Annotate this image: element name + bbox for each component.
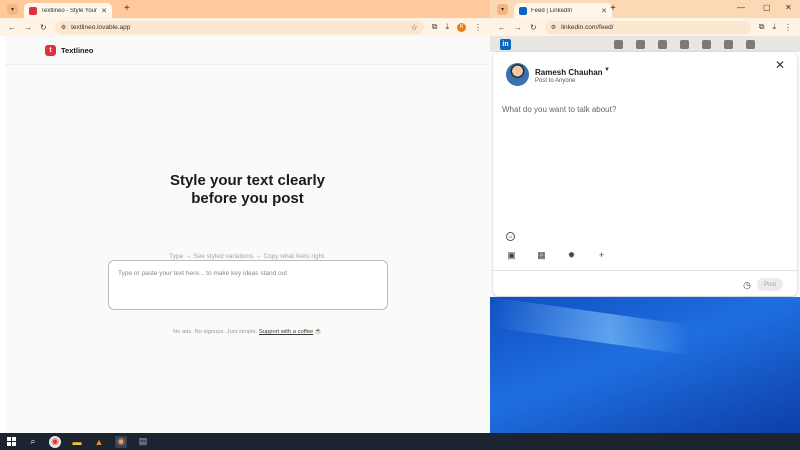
profile-avatar[interactable]: R bbox=[457, 22, 466, 32]
folder-icon[interactable]: ▬ bbox=[71, 436, 83, 448]
nav-home-icon[interactable] bbox=[614, 39, 623, 49]
notepad-icon[interactable]: ▤ bbox=[137, 436, 149, 448]
divider bbox=[493, 270, 797, 271]
desktop-wallpaper bbox=[490, 297, 800, 433]
textlineo-app: t Textlineo Style your text clearly befo… bbox=[5, 36, 490, 433]
textlineo-favicon-icon bbox=[29, 6, 37, 15]
support-coffee-link[interactable]: Support with a coffee bbox=[259, 329, 313, 335]
bookmark-star-icon[interactable]: ☆ bbox=[411, 23, 418, 32]
back-icon[interactable]: ← bbox=[498, 23, 506, 32]
nav-me-icon[interactable] bbox=[724, 39, 733, 49]
maximize-icon[interactable]: ▢ bbox=[763, 3, 771, 12]
tab-title: Textlineo - Style Your Text Beautifully bbox=[41, 7, 98, 14]
tab-title: Feed | LinkedIn bbox=[531, 7, 573, 14]
forward-icon[interactable]: → bbox=[514, 23, 522, 32]
tab-textlineo[interactable]: Textlineo - Style Your Text Beautifully … bbox=[24, 3, 112, 18]
new-tab-button[interactable]: + bbox=[124, 3, 130, 14]
chrome-profile-icon[interactable]: ◉ bbox=[115, 435, 127, 448]
create-post-modal: Ramesh Chauhan ▼ Post to Anyone ✕ What d… bbox=[493, 52, 797, 296]
forward-icon[interactable]: → bbox=[24, 23, 32, 32]
author-name[interactable]: Ramesh Chauhan bbox=[535, 68, 603, 77]
url-text: linkedin.com/feed/ bbox=[561, 23, 614, 31]
badge-icon[interactable]: ✹ bbox=[567, 250, 576, 261]
plus-icon[interactable]: + bbox=[597, 250, 606, 261]
browser-toolbar: ← → ↻ ⚙ linkedin.com/feed/ ⧉ ⤓ ⋮ bbox=[490, 18, 800, 36]
tab-strip: ▾ Feed | LinkedIn ✕ + — ▢ ✕ bbox=[490, 0, 800, 18]
site-info-icon[interactable]: ⚙ bbox=[551, 24, 556, 31]
tab-search-button[interactable]: ▾ bbox=[7, 4, 18, 15]
hero-line-1: Style your text clearly bbox=[169, 172, 326, 189]
tab-search-button[interactable]: ▾ bbox=[497, 4, 508, 15]
linkedin-browser-window: ▾ Feed | LinkedIn ✕ + — ▢ ✕ ← → ↻ ⚙ link… bbox=[490, 0, 800, 297]
nav-jobs-icon[interactable] bbox=[658, 39, 667, 49]
tab-linkedin[interactable]: Feed | LinkedIn ✕ bbox=[514, 3, 612, 18]
footer: No ads. No signups. Just simple. Support… bbox=[5, 329, 490, 335]
site-info-icon[interactable]: ⚙ bbox=[61, 24, 66, 31]
close-window-icon[interactable]: ✕ bbox=[785, 3, 792, 12]
hero-heading: Style your text clearly before you post bbox=[5, 172, 490, 208]
chrome-icon[interactable]: ◉ bbox=[49, 435, 61, 448]
post-tools: ▣ ▦ ✹ + bbox=[507, 250, 606, 261]
minimize-icon[interactable]: — bbox=[737, 3, 745, 12]
extensions-icon[interactable]: ⧉ bbox=[759, 22, 765, 32]
text-input-area[interactable]: Type or paste your text here... to make … bbox=[108, 260, 388, 310]
search-icon[interactable]: ⌕ bbox=[27, 436, 39, 448]
windows-logo-icon bbox=[6, 437, 16, 446]
close-tab-icon[interactable]: ✕ bbox=[601, 7, 607, 15]
subtitle: Type → See styled variations → Copy what… bbox=[169, 253, 326, 260]
avatar[interactable] bbox=[506, 63, 529, 86]
taskbar: ⌕ ◉ ▬ ▲ ◉ ▤ bbox=[0, 433, 800, 450]
back-icon[interactable]: ← bbox=[8, 23, 16, 32]
address-bar[interactable]: ⚙ linkedin.com/feed/ bbox=[544, 20, 751, 34]
nav-network-icon[interactable] bbox=[636, 39, 645, 49]
linkedin-logo-icon[interactable]: in bbox=[500, 38, 511, 50]
close-tab-icon[interactable]: ✕ bbox=[101, 7, 107, 15]
chevron-down-icon[interactable]: ▼ bbox=[604, 67, 610, 73]
linkedin-nav-bar: in bbox=[490, 36, 800, 52]
url-text: textlineo.lovable.app bbox=[71, 23, 131, 31]
reload-icon[interactable]: ↻ bbox=[530, 23, 537, 32]
address-bar[interactable]: ⚙ textlineo.lovable.app ☆ bbox=[54, 20, 424, 34]
reload-icon[interactable]: ↻ bbox=[40, 23, 47, 32]
footer-text: No ads. No signups. Just simple. bbox=[172, 329, 258, 335]
nav-messaging-icon[interactable] bbox=[680, 39, 689, 49]
linkedin-favicon-icon bbox=[519, 6, 527, 15]
app-header: t Textlineo bbox=[5, 36, 490, 65]
browser-toolbar: ← → ↻ ⚙ textlineo.lovable.app ☆ ⧉ ⤓ R ⋮ bbox=[0, 18, 490, 36]
menu-icon[interactable]: ⋮ bbox=[474, 23, 482, 32]
start-button[interactable] bbox=[5, 436, 17, 448]
new-tab-button[interactable]: + bbox=[610, 3, 616, 14]
image-icon[interactable]: ▣ bbox=[507, 250, 516, 261]
textlineo-logo-icon[interactable]: t bbox=[45, 44, 56, 56]
post-visibility[interactable]: Post to Anyone bbox=[535, 78, 575, 84]
emoji-icon[interactable]: ☺ bbox=[506, 232, 515, 241]
tab-strip: ▾ Textlineo - Style Your Text Beautifull… bbox=[0, 0, 490, 18]
menu-icon[interactable]: ⋮ bbox=[784, 23, 792, 32]
nav-notifications-icon[interactable] bbox=[702, 39, 711, 49]
vlc-icon[interactable]: ▲ bbox=[93, 436, 105, 448]
nav-business-icon[interactable] bbox=[746, 39, 755, 49]
wallpaper-light-beam bbox=[490, 297, 690, 356]
post-button[interactable]: Post bbox=[757, 278, 783, 291]
close-icon[interactable]: ✕ bbox=[775, 58, 785, 72]
clock-icon[interactable]: ◷ bbox=[743, 280, 751, 291]
coffee-icon: ☕ bbox=[314, 329, 323, 335]
textlineo-browser-window: ▾ Textlineo - Style Your Text Beautifull… bbox=[0, 0, 490, 433]
post-text-field[interactable]: What do you want to talk about? bbox=[502, 105, 616, 114]
download-icon[interactable]: ⤓ bbox=[772, 22, 776, 32]
hero-line-2: before you post bbox=[191, 190, 304, 207]
brand-name[interactable]: Textlineo bbox=[61, 46, 93, 55]
extensions-icon[interactable]: ⧉ bbox=[432, 22, 438, 32]
download-icon[interactable]: ⤓ bbox=[445, 22, 449, 32]
calendar-icon[interactable]: ▦ bbox=[537, 250, 546, 261]
